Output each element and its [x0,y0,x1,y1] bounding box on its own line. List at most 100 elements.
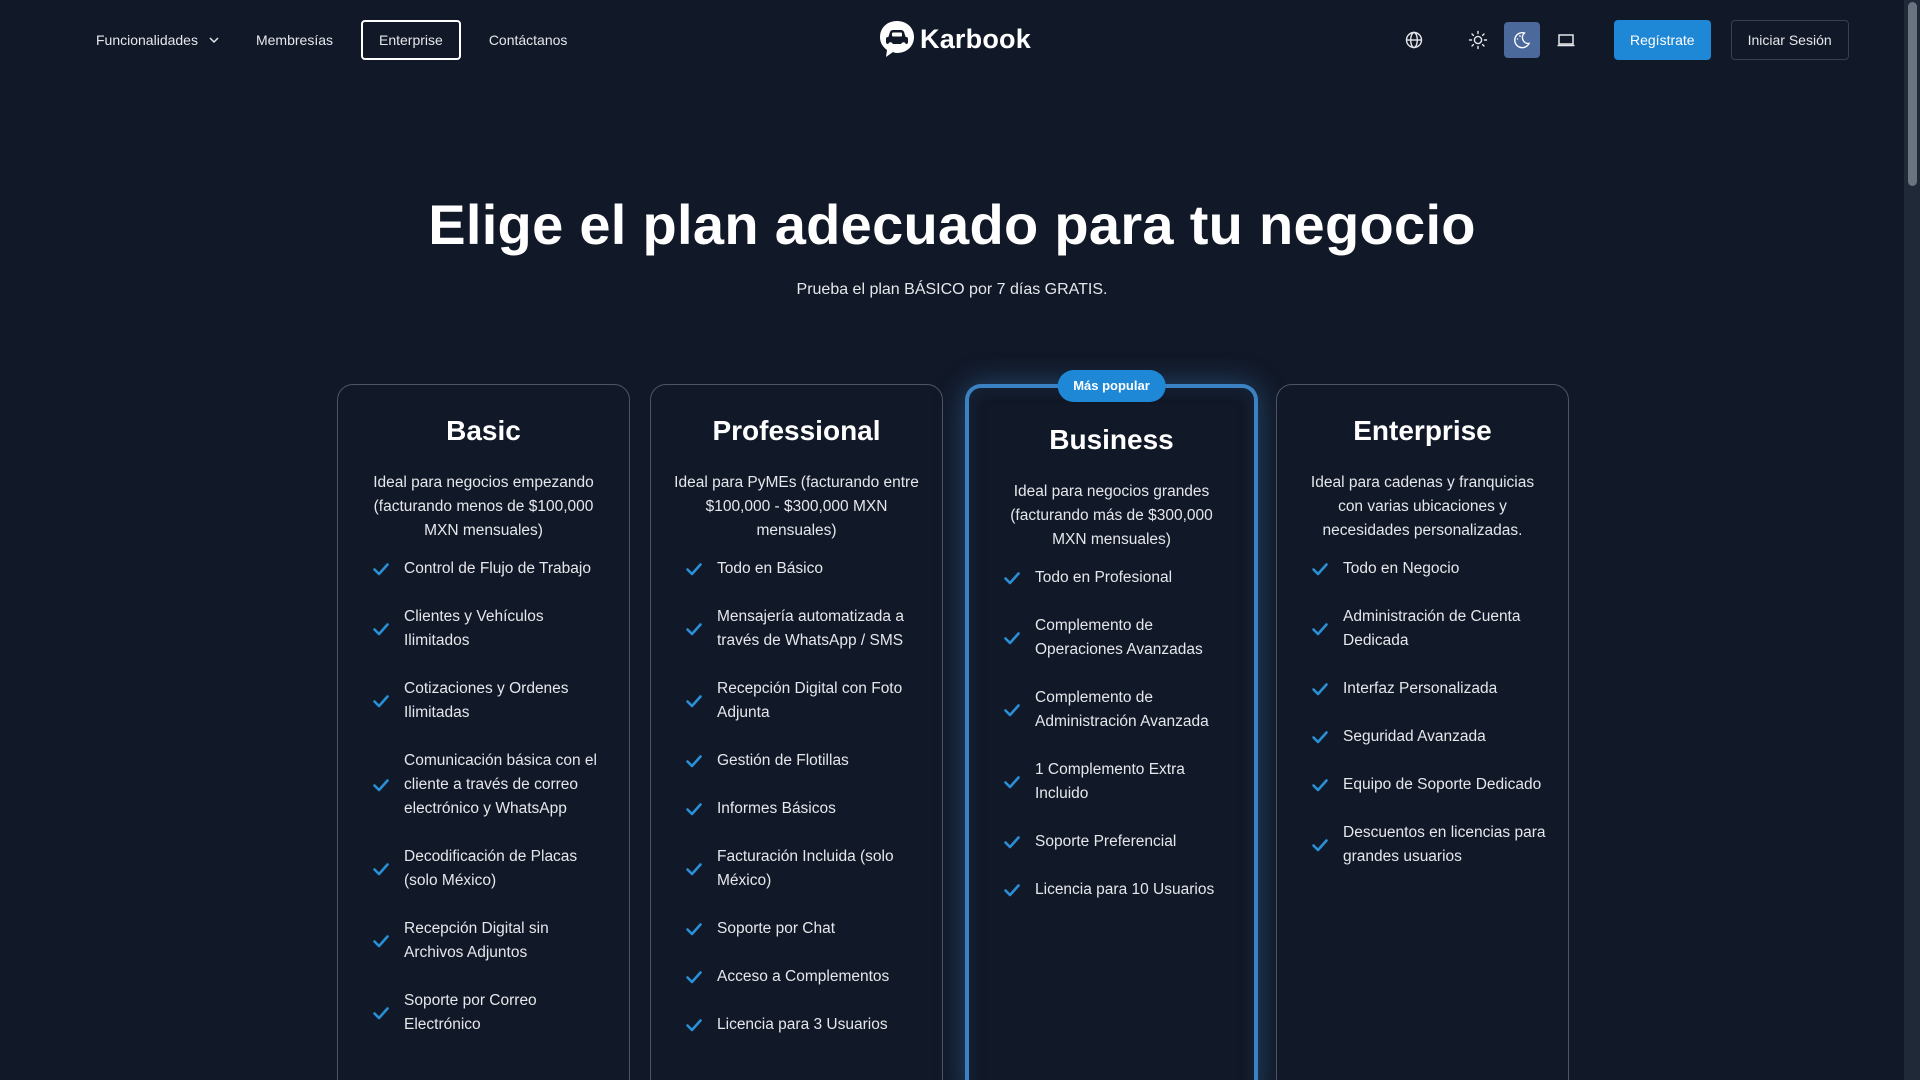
nav-membresias[interactable]: Membresías [238,20,351,60]
plan-card-enterprise[interactable]: Enterprise Ideal para cadenas y franquici… [1276,384,1569,1080]
plan-feature-text: Facturación Incluida (solo México) [717,848,894,889]
plan-feature-list: Control de Flujo de Trabajo Clientes y Ve… [360,557,607,1037]
page-title: Elige el plan adecuado para tu negocio [428,193,1476,256]
check-icon [373,563,389,576]
plan-card-professional[interactable]: Professional Ideal para PyMEs (facturando… [650,384,943,1080]
check-icon [686,623,702,636]
monitor-icon [1557,34,1575,47]
plan-description: Ideal para negocios empezando (facturand… [373,474,594,539]
header-actions: Regístrate Iniciar Sesión [1396,20,1849,60]
nav-funcionalidades-label: Funcionalidades [96,32,198,48]
check-icon [373,695,389,708]
check-icon [1004,572,1020,585]
plan-feature: Clientes y Vehículos Ilimitados [360,605,607,653]
plan-description: Ideal para negocios grandes (facturando … [1010,483,1213,548]
check-icon [1004,836,1020,849]
plan-feature-text: Complemento de Operaciones Avanzadas [1035,617,1203,658]
moon-icon [1514,31,1531,49]
globe-icon [1405,31,1423,49]
primary-nav: Funcionalidades Membresías Enterprise Co… [96,20,585,60]
language-button[interactable] [1396,22,1432,58]
register-button[interactable]: Regístrate [1614,20,1711,60]
plan-feature-list: Todo en Profesional Complemento de Operac… [991,566,1232,902]
karbook-logo[interactable]: Karbook [878,18,1031,60]
plan-feature: Licencia para 10 Usuarios [991,878,1232,902]
plan-feature-text: Seguridad Avanzada [1343,728,1486,745]
plan-feature: Mensajería automatizada a través de What… [673,605,920,653]
plan-feature: Recepción Digital sin Archivos Adjuntos [360,917,607,965]
scrollbar-thumb[interactable] [1908,2,1917,186]
most-popular-badge: Más popular [1057,370,1166,402]
plan-feature-text: Recepción Digital con Foto Adjunta [717,680,903,721]
plan-title: Business [1049,424,1174,455]
plan-description: Ideal para cadenas y franquicias con var… [1310,474,1535,539]
chevron-down-icon [209,37,219,44]
plan-feature: Todo en Básico [673,557,920,581]
check-icon [1312,623,1328,636]
plan-feature: Comunicación básica con el cliente a tra… [360,749,607,821]
plan-feature: Soporte Preferencial [991,830,1232,854]
plan-card-basic[interactable]: Basic Ideal para negocios empezando (fact… [337,384,630,1080]
plan-feature: Todo en Negocio [1299,557,1546,581]
nav-contactanos[interactable]: Contáctanos [471,20,586,60]
dark-theme-button[interactable] [1504,22,1540,58]
check-icon [1004,776,1020,789]
check-icon [1312,779,1328,792]
plan-feature-text: Equipo de Soporte Dedicado [1343,776,1542,793]
plan-feature-text: Todo en Profesional [1035,569,1173,586]
plan-feature: Soporte por Correo Electrónico [360,989,607,1037]
page-subtitle: Prueba el plan BÁSICO por 7 días GRATIS. [796,281,1108,298]
plan-feature-text: Clientes y Vehículos Ilimitados [404,608,544,649]
check-icon [1312,563,1328,576]
plan-feature: Descuentos en licencias para grandes usu… [1299,821,1546,869]
plan-feature: Informes Básicos [673,797,920,821]
check-icon [686,563,702,576]
check-icon [1004,704,1020,717]
plan-feature-text: Cotizaciones y Ordenes Ilimitadas [404,680,569,721]
light-theme-button[interactable] [1460,22,1496,58]
check-icon [686,755,702,768]
plan-feature-text: Mensajería automatizada a través de What… [717,608,904,649]
top-navbar: Funcionalidades Membresías Enterprise Co… [0,0,1900,80]
nav-enterprise-label: Enterprise [379,32,443,48]
plan-feature-list: Todo en Básico Mensajería automatizada a … [673,557,920,1037]
plan-feature: Equipo de Soporte Dedicado [1299,773,1546,797]
plan-feature-text: Interfaz Personalizada [1343,680,1498,697]
system-theme-button[interactable] [1548,22,1584,58]
logo-text: Karbook [920,23,1031,54]
check-icon [1312,839,1328,852]
check-icon [373,935,389,948]
plan-feature: Complemento de Administración Avanzada [991,686,1232,734]
plan-feature-text: Licencia para 10 Usuarios [1035,881,1215,898]
check-icon [686,695,702,708]
plan-feature-text: Soporte por Correo Electrónico [404,992,537,1033]
plan-feature-text: Administración de Cuenta Dedicada [1343,608,1521,649]
plan-feature-text: Gestión de Flotillas [717,752,849,769]
plan-feature: Control de Flujo de Trabajo [360,557,607,581]
plan-feature: Decodificación de Placas (solo México) [360,845,607,893]
plan-feature-text: Todo en Negocio [1343,560,1460,577]
plan-feature-text: Soporte por Chat [717,920,836,937]
nav-enterprise[interactable]: Enterprise [361,20,461,60]
plan-feature: Licencia para 3 Usuarios [673,1013,920,1037]
plan-title: Professional [712,415,881,446]
plan-card-business[interactable]: Más popular Business Ideal para negocios g… [965,370,1258,1080]
plan-feature: Gestión de Flotillas [673,749,920,773]
nav-contactanos-label: Contáctanos [488,32,568,48]
login-button[interactable]: Iniciar Sesión [1730,20,1849,60]
plan-feature: Acceso a Complementos [673,965,920,989]
plan-title: Enterprise [1353,415,1492,446]
plan-feature: Complemento de Operaciones Avanzadas [991,614,1232,662]
plan-feature-text: Complemento de Administración Avanzada [1035,689,1209,730]
nav-funcionalidades[interactable]: Funcionalidades [96,20,238,60]
plan-feature-text: Descuentos en licencias para grandes usu… [1343,824,1546,865]
page-scrollbar[interactable] [1904,0,1920,1080]
plan-feature-text: Decodificación de Placas (solo México) [404,848,578,889]
check-icon [1004,632,1020,645]
plan-feature: 1 Complemento Extra Incluido [991,758,1232,806]
plan-feature: Administración de Cuenta Dedicada [1299,605,1546,653]
plan-feature: Todo en Profesional [991,566,1232,590]
check-icon [686,923,702,936]
nav-membresias-label: Membresías [255,32,333,48]
plan-feature-text: Recepción Digital sin Archivos Adjuntos [404,920,549,961]
